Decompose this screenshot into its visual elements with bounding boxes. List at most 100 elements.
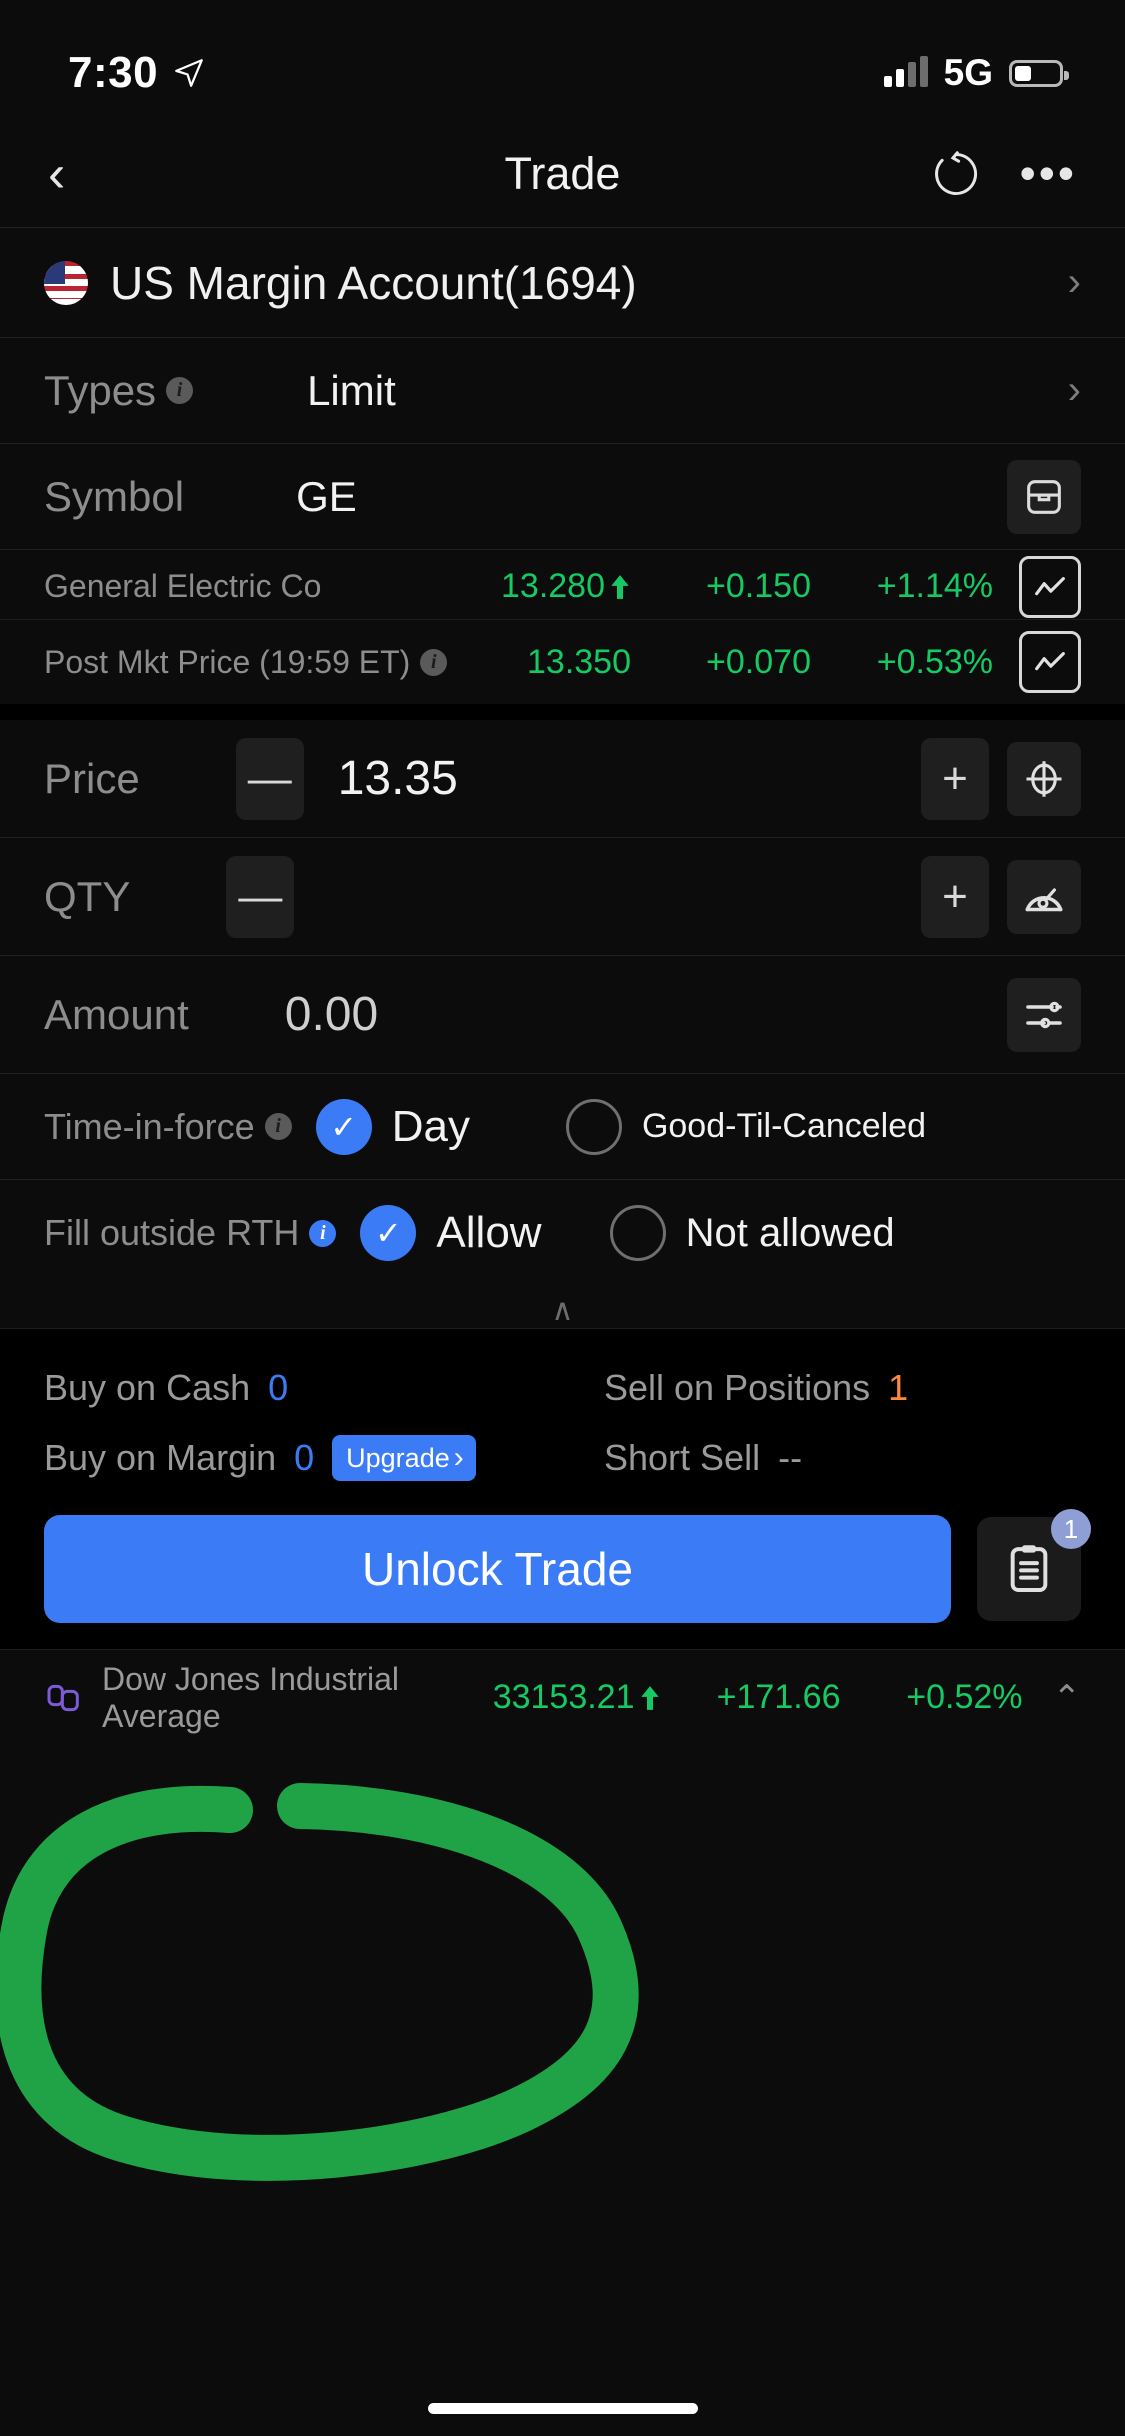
- qty-decrement-button[interactable]: —: [226, 855, 295, 938]
- arrow-up-icon: [611, 574, 629, 599]
- index-ticker-bar[interactable]: Dow Jones Industrial Average 33153.21 +1…: [0, 1649, 1125, 1745]
- radio-unchecked-icon: [609, 1205, 666, 1261]
- unlock-trade-label: Unlock Trade: [361, 1543, 633, 1595]
- wallet-icon[interactable]: [1007, 459, 1081, 534]
- index-value-group: 33153.21: [493, 1678, 661, 1717]
- quote-change: +0.150: [706, 567, 811, 605]
- upgrade-button[interactable]: Upgrade ›: [332, 1435, 476, 1481]
- quote-numbers: 13.280 +0.150 +1.14%: [501, 567, 993, 606]
- refresh-icon[interactable]: [930, 148, 982, 200]
- rth-option-allow-label: Allow: [436, 1208, 542, 1257]
- postmarket-percent: +0.53%: [876, 642, 993, 681]
- orders-button[interactable]: 1: [977, 1509, 1091, 1621]
- postmarket-change: +0.070: [706, 642, 811, 681]
- buying-power-row: Buy on Margin 0 Upgrade › Short Sell --: [44, 1423, 1081, 1493]
- status-bar: 7:30 5G: [0, 0, 1125, 120]
- status-bar-right: 5G: [883, 52, 1069, 94]
- sell-on-positions-value: 1: [888, 1367, 909, 1408]
- buying-power-row: Buy on Cash 0 Sell on Positions 1: [44, 1353, 1081, 1423]
- time-in-force-label: Time-in-force: [44, 1105, 255, 1147]
- quote-percent: +1.14%: [876, 567, 993, 605]
- buy-on-margin-label: Buy on Margin: [44, 1437, 277, 1478]
- qty-actions: +: [921, 855, 1081, 938]
- chevron-right-icon: ›: [453, 1441, 464, 1474]
- order-type-info-icon[interactable]: i: [166, 377, 194, 404]
- quote-name: General Electric Co: [44, 568, 322, 604]
- signal-bars-icon: [883, 56, 928, 87]
- home-indicator: [427, 2403, 698, 2414]
- plus-icon: +: [942, 753, 968, 803]
- price-stepper: — 13.35: [235, 737, 458, 820]
- collapse-handle[interactable]: ∧: [0, 1286, 1125, 1328]
- rth-option-not-allowed[interactable]: Not allowed: [609, 1205, 895, 1261]
- price-input[interactable]: 13.35: [338, 751, 458, 806]
- price-decrement-button[interactable]: —: [235, 737, 304, 820]
- gauge-icon[interactable]: [1007, 859, 1081, 934]
- nav-actions: •••: [930, 148, 1077, 200]
- qty-stepper: —: [226, 855, 328, 938]
- short-sell-cell: Short Sell --: [604, 1437, 802, 1479]
- unlock-trade-button[interactable]: Unlock Trade: [44, 1515, 951, 1623]
- upgrade-label: Upgrade: [346, 1442, 450, 1473]
- clock: 7:30: [68, 48, 159, 97]
- postmarket-label: Post Mkt Price (19:59 ET): [44, 643, 411, 680]
- sell-on-positions-cell: Sell on Positions 1: [604, 1367, 908, 1409]
- rth-option-allow[interactable]: ✓ Allow: [360, 1205, 542, 1261]
- qty-label: QTY: [44, 872, 131, 920]
- orders-badge: 1: [1051, 1509, 1091, 1549]
- arrow-up-icon: [640, 1685, 659, 1710]
- index-name: Dow Jones Industrial Average: [102, 1660, 400, 1734]
- buy-on-margin-cell: Buy on Margin 0 Upgrade ›: [44, 1435, 604, 1481]
- annotation-circle: [0, 1783, 639, 2181]
- order-type-row[interactable]: Types i Limit ›: [0, 338, 1125, 444]
- tif-option-gtc[interactable]: Good-Til-Canceled: [565, 1098, 927, 1155]
- price-row[interactable]: Price — 13.35 +: [0, 720, 1125, 838]
- tif-option-gtc-label: Good-Til-Canceled: [641, 1107, 927, 1145]
- tif-option-day[interactable]: ✓ Day: [315, 1098, 470, 1155]
- amount-label: Amount: [44, 990, 189, 1038]
- index-numbers: 33153.21 +171.66 +0.52%: [493, 1678, 1023, 1717]
- app-screen: 7:30 5G ‹ Trade ••• US Margin Account(16…: [0, 0, 1125, 2436]
- postmarket-info-icon[interactable]: i: [420, 648, 448, 676]
- order-type-chevron-icon: ›: [1067, 368, 1081, 412]
- back-button[interactable]: ‹: [48, 148, 65, 200]
- buy-on-cash-label: Buy on Cash: [44, 1367, 251, 1408]
- amount-row[interactable]: Amount 0.00: [0, 956, 1125, 1074]
- price-label: Price: [44, 754, 140, 802]
- clipboard-icon: [1010, 1545, 1048, 1592]
- fill-outside-rth-label: Fill outside RTH: [44, 1212, 300, 1253]
- status-bar-left: 7:30: [68, 48, 206, 98]
- more-menu-button[interactable]: •••: [1020, 150, 1077, 196]
- quote-row-primary: General Electric Co 13.280 +0.150 +1.14%: [0, 550, 1125, 620]
- line-chart-icon[interactable]: [1019, 631, 1081, 693]
- minus-icon: —: [238, 871, 283, 921]
- nav-bar: ‹ Trade •••: [0, 120, 1125, 228]
- qty-row[interactable]: QTY — +: [0, 838, 1125, 956]
- qty-increment-button[interactable]: +: [921, 855, 989, 938]
- plus-icon: +: [942, 871, 968, 921]
- buying-power-panel: Buy on Cash 0 Sell on Positions 1 Buy on…: [0, 1328, 1125, 1503]
- quote-price: 13.280: [501, 567, 605, 605]
- sell-on-positions-label: Sell on Positions: [604, 1367, 871, 1408]
- account-selector[interactable]: US Margin Account(1694) ›: [0, 228, 1125, 338]
- order-type-value: Limit: [307, 366, 396, 414]
- price-increment-button[interactable]: +: [921, 737, 989, 820]
- buy-on-cash-value: 0: [268, 1367, 289, 1408]
- chevron-up-icon[interactable]: ⌃: [1053, 1678, 1082, 1718]
- target-crosshair-icon[interactable]: [1007, 741, 1081, 816]
- time-in-force-info-icon[interactable]: i: [264, 1113, 292, 1140]
- short-sell-value: --: [778, 1437, 803, 1478]
- sliders-icon[interactable]: [1007, 977, 1081, 1052]
- line-chart-icon[interactable]: [1019, 555, 1081, 618]
- us-flag-icon: [44, 260, 88, 305]
- buy-on-margin-value: 0: [294, 1437, 315, 1478]
- rth-option-not-allowed-label: Not allowed: [685, 1210, 895, 1255]
- fill-outside-rth-info-icon[interactable]: i: [309, 1219, 337, 1247]
- quote-last: 13.280: [501, 567, 631, 606]
- radio-checked-icon: ✓: [360, 1205, 417, 1261]
- minus-icon: —: [247, 753, 292, 803]
- chevron-up-icon: ∧: [551, 1294, 574, 1327]
- radio-unchecked-icon: [565, 1098, 622, 1155]
- section-divider: [0, 704, 1125, 720]
- symbol-row[interactable]: Symbol GE: [0, 444, 1125, 550]
